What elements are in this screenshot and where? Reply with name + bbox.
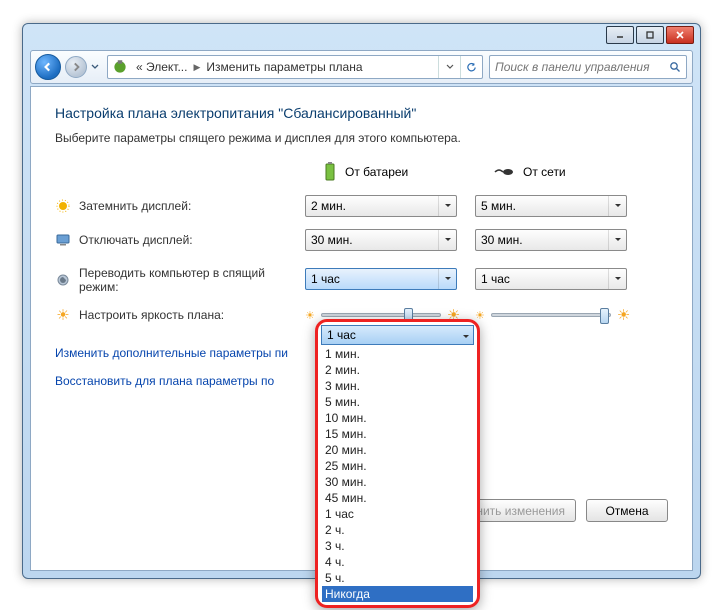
- sleep-icon: [55, 272, 71, 288]
- column-header-ac: От сети: [475, 165, 645, 179]
- dropdown-option[interactable]: 2 мин.: [322, 362, 473, 378]
- dropdown-option[interactable]: 30 мин.: [322, 474, 473, 490]
- brightness-icon: ☀: [55, 307, 71, 323]
- breadcrumb-current[interactable]: Изменить параметры плана: [202, 60, 366, 74]
- dim-label: Затемнить дисплей:: [79, 199, 191, 213]
- brightness-label: Настроить яркость плана:: [79, 308, 224, 322]
- dropdown-option[interactable]: 2 ч.: [322, 522, 473, 538]
- nav-history-dropdown[interactable]: [89, 54, 101, 80]
- page-subtitle: Выберите параметры спящего режима и дисп…: [55, 131, 668, 145]
- nav-forward-button[interactable]: [65, 56, 87, 78]
- sun-large-icon: ☀: [617, 306, 630, 324]
- dropdown-option[interactable]: 25 мин.: [322, 458, 473, 474]
- sleep-battery-combo[interactable]: 1 час: [305, 268, 457, 290]
- close-button[interactable]: [666, 26, 694, 44]
- sun-small-icon: ☀: [305, 309, 315, 322]
- dropdown-option[interactable]: 20 мин.: [322, 442, 473, 458]
- maximize-button[interactable]: [636, 26, 664, 44]
- dropdown-option[interactable]: 15 мин.: [322, 426, 473, 442]
- sleep-label: Переводить компьютер в спящий режим:: [79, 266, 289, 294]
- minimize-button[interactable]: [606, 26, 634, 44]
- battery-icon: [323, 161, 337, 183]
- titlebar: [23, 24, 700, 50]
- sleep-battery-dropdown: 1 час 1 мин.2 мин.3 мин.5 мин.10 мин.15 …: [315, 319, 480, 608]
- address-bar[interactable]: « Элект... ▶ Изменить параметры плана: [107, 55, 483, 79]
- breadcrumb-parent[interactable]: « Элект...: [132, 60, 191, 74]
- window: « Элект... ▶ Изменить параметры плана На…: [22, 23, 701, 579]
- dropdown-option[interactable]: 5 мин.: [322, 394, 473, 410]
- address-dropdown-icon[interactable]: [438, 56, 460, 78]
- display-off-label: Отключать дисплей:: [79, 233, 193, 247]
- search-box[interactable]: [489, 55, 687, 79]
- dropdown-option[interactable]: 10 мин.: [322, 410, 473, 426]
- brightness-battery-slider[interactable]: [321, 313, 441, 317]
- dropdown-selected[interactable]: 1 час: [321, 325, 474, 345]
- dim-battery-combo[interactable]: 2 мин.: [305, 195, 457, 217]
- dropdown-option[interactable]: 45 мин.: [322, 490, 473, 506]
- dropdown-option[interactable]: 3 мин.: [322, 378, 473, 394]
- off-ac-combo[interactable]: 30 мин.: [475, 229, 627, 251]
- dim-ac-combo[interactable]: 5 мин.: [475, 195, 627, 217]
- chevron-right-icon: ▶: [191, 62, 202, 73]
- search-icon[interactable]: [664, 61, 686, 73]
- navbar: « Элект... ▶ Изменить параметры плана: [30, 50, 693, 84]
- nav-back-button[interactable]: [35, 54, 61, 80]
- refresh-button[interactable]: [460, 56, 482, 78]
- plug-icon: [493, 166, 515, 178]
- search-input[interactable]: [490, 60, 664, 74]
- display-off-icon: [55, 232, 71, 248]
- dropdown-option[interactable]: 3 ч.: [322, 538, 473, 554]
- sleep-ac-combo[interactable]: 1 час: [475, 268, 627, 290]
- dropdown-option[interactable]: Никогда: [322, 586, 473, 602]
- dropdown-option[interactable]: 4 ч.: [322, 554, 473, 570]
- page-title: Настройка плана электропитания "Сбаланси…: [55, 105, 668, 121]
- power-plan-icon: [111, 58, 129, 76]
- off-battery-combo[interactable]: 30 мин.: [305, 229, 457, 251]
- dropdown-option[interactable]: 1 мин.: [322, 346, 473, 362]
- save-button[interactable]: нить изменения: [465, 499, 576, 522]
- dropdown-option[interactable]: 5 ч.: [322, 570, 473, 586]
- dim-icon: [55, 198, 71, 214]
- column-header-battery: От батареи: [305, 161, 475, 183]
- sun-small-icon: ☀: [475, 309, 485, 322]
- brightness-ac-slider[interactable]: [491, 313, 611, 317]
- cancel-button[interactable]: Отмена: [586, 499, 668, 522]
- dropdown-option[interactable]: 1 час: [322, 506, 473, 522]
